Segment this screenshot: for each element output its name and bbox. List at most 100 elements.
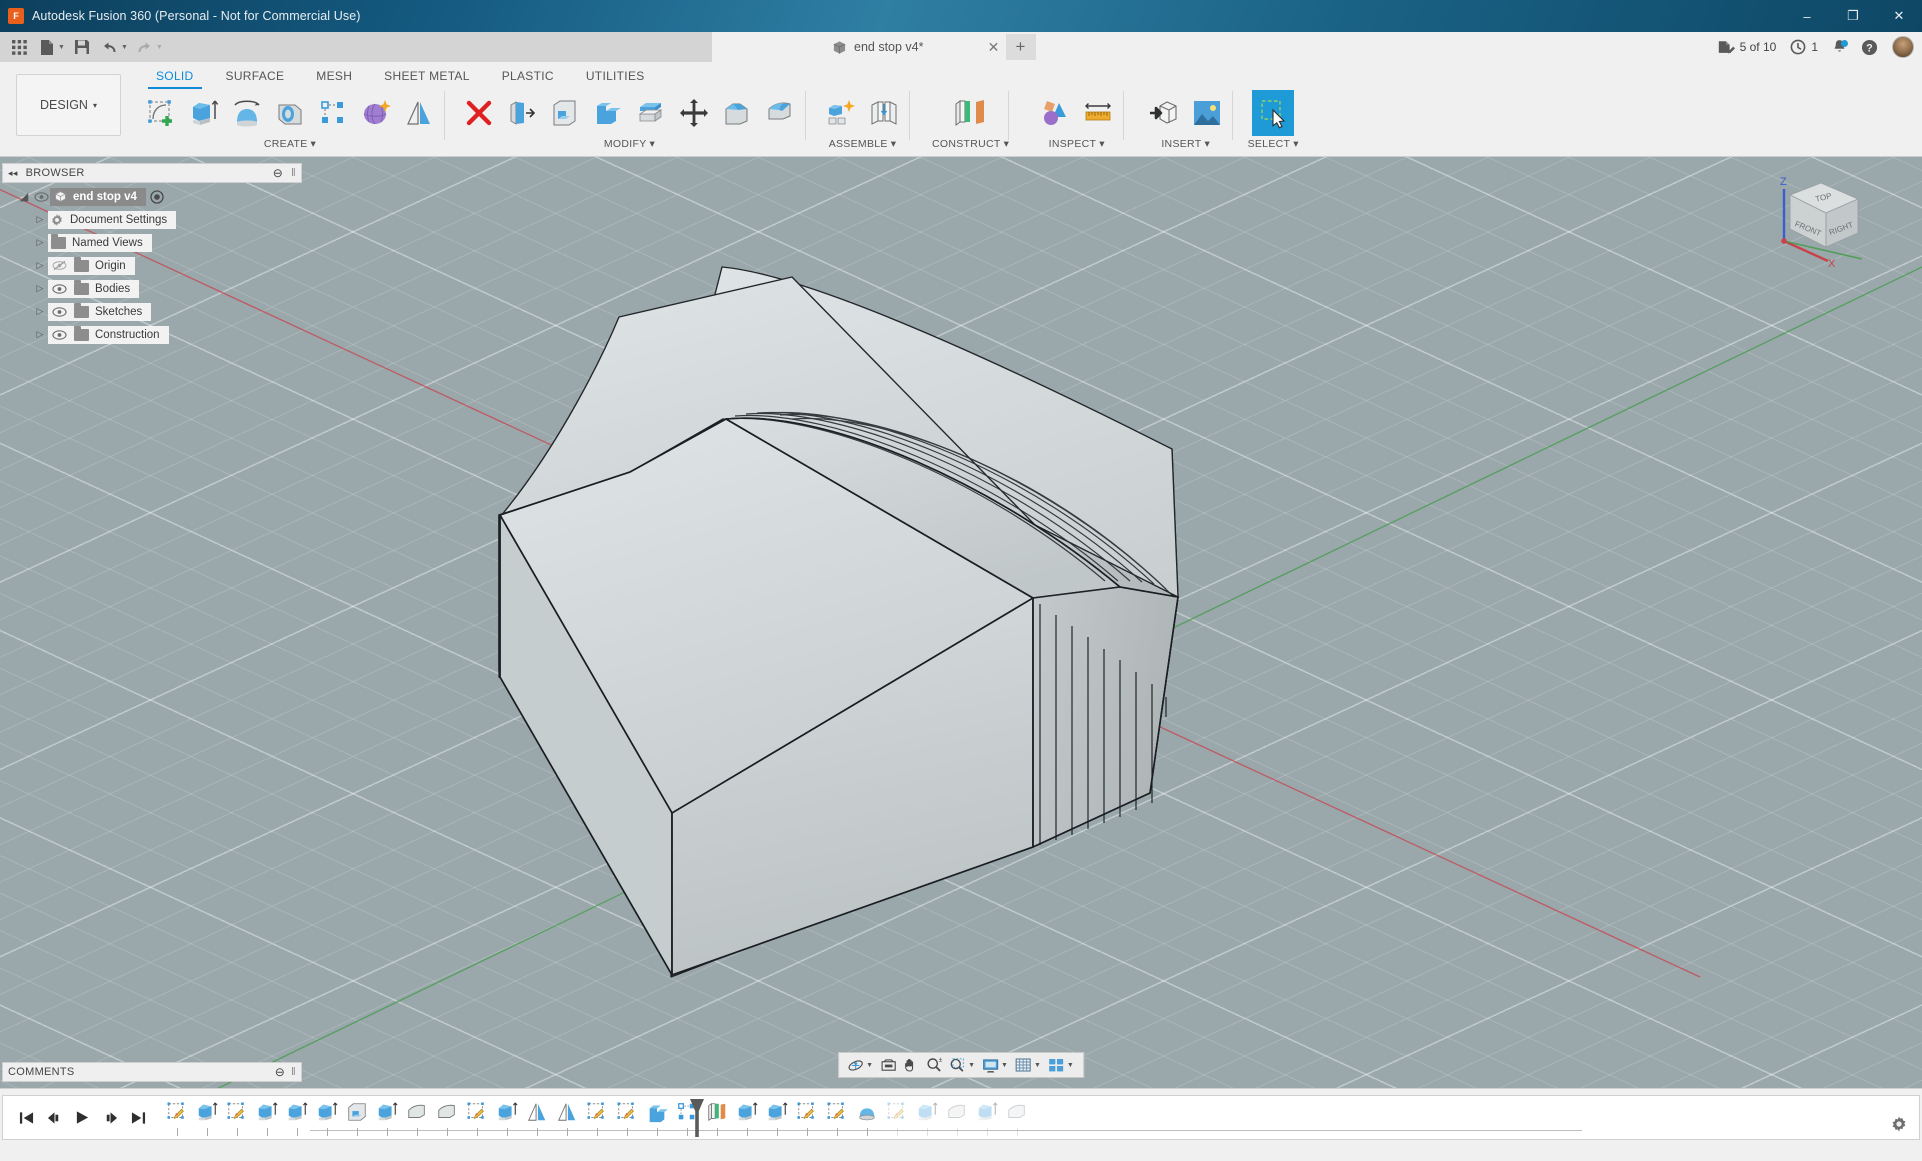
browser-node-sketches-pill[interactable]: Sketches [48, 302, 152, 321]
joint-icon[interactable] [863, 90, 905, 136]
browser-node-root[interactable]: ◢ end stop v4 [2, 187, 302, 206]
visibility-eye-off-icon[interactable] [50, 260, 68, 271]
extrude-feature[interactable] [492, 1101, 522, 1136]
visibility-eye-icon[interactable] [50, 329, 68, 340]
browser-node-root-pill[interactable]: end stop v4 [50, 187, 146, 206]
document-tab-close-icon[interactable]: ✕ [984, 39, 1004, 56]
fillet-feature[interactable] [1002, 1101, 1032, 1136]
browser-node-document-settings-pill[interactable]: Document Settings [48, 210, 177, 229]
pan-icon[interactable] [901, 1054, 922, 1076]
viewports-caret-icon[interactable]: ▼ [1067, 1062, 1074, 1069]
select-icon[interactable] [1252, 90, 1295, 136]
cube-faces[interactable]: TOP FRONT RIGHT [1788, 182, 1860, 248]
tab-utilities[interactable]: UTILITIES [570, 66, 661, 88]
expand-arrow-icon[interactable]: ▷ [32, 237, 48, 248]
shell-icon[interactable] [544, 90, 586, 136]
insert-group-label[interactable]: INSERT ▾ [1161, 138, 1210, 150]
inspect-group-label[interactable]: INSPECT ▾ [1049, 138, 1105, 150]
save-icon[interactable] [69, 35, 95, 59]
visibility-eye-icon[interactable] [32, 191, 50, 202]
notifications-button[interactable] [1832, 39, 1848, 55]
assemble-group-label[interactable]: ASSEMBLE ▾ [829, 138, 897, 150]
tab-mesh[interactable]: MESH [300, 66, 368, 88]
browser-collapse-icon[interactable]: ◂◂ [8, 168, 18, 179]
expand-arrow-icon[interactable]: ▷ [32, 214, 48, 225]
view-cube[interactable]: Z X TOP FRONT RIGHT [1766, 163, 1876, 268]
extrude-feature[interactable] [192, 1101, 222, 1136]
minimize-button[interactable]: – [1784, 0, 1830, 32]
grid-snaps-caret-icon[interactable]: ▼ [1034, 1062, 1041, 1069]
combine-icon[interactable] [587, 90, 629, 136]
extrude-feature[interactable] [732, 1101, 762, 1136]
orbit-icon[interactable] [845, 1054, 866, 1076]
delete-icon[interactable] [458, 90, 500, 136]
go-to-end-icon[interactable] [131, 1111, 146, 1125]
mirror-feature[interactable] [522, 1101, 552, 1136]
construct-group-label[interactable]: CONSTRUCT ▾ [932, 138, 1009, 150]
offset-plane-icon[interactable] [944, 90, 998, 136]
sketch-feature[interactable] [882, 1101, 912, 1136]
browser-node-bodies[interactable]: ▷ Bodies [2, 279, 302, 298]
visibility-eye-icon[interactable] [50, 283, 68, 294]
browser-minimize-icon[interactable]: ⊖ [273, 166, 283, 180]
sweep-icon[interactable] [269, 90, 311, 136]
workspace-switcher[interactable]: DESIGN ▾ [16, 74, 121, 136]
combine-feature[interactable] [642, 1101, 672, 1136]
modify-group-label[interactable]: MODIFY ▾ [604, 138, 655, 150]
expand-arrow-icon[interactable]: ▷ [32, 283, 48, 294]
tab-plastic[interactable]: PLASTIC [486, 66, 570, 88]
step-back-icon[interactable] [47, 1111, 62, 1125]
extrude-feature[interactable] [282, 1101, 312, 1136]
browser-node-construction[interactable]: ▷ Construction [2, 325, 302, 344]
app-grid-icon[interactable] [6, 35, 32, 59]
chamfer-icon[interactable] [716, 90, 758, 136]
comments-resize-handle[interactable]: ‖ [291, 1066, 296, 1078]
sketch-feature[interactable] [162, 1101, 192, 1136]
file-caret-icon[interactable]: ▼ [58, 44, 65, 51]
new-tab-button[interactable]: + [1005, 34, 1036, 60]
sketch-feature[interactable] [612, 1101, 642, 1136]
press-pull-icon[interactable] [501, 90, 543, 136]
extrude-icon[interactable] [183, 90, 225, 136]
browser-node-sketches[interactable]: ▷ Sketches [2, 302, 302, 321]
display-settings-icon[interactable] [980, 1054, 1001, 1076]
plane-feature[interactable] [702, 1101, 732, 1136]
browser-node-named-views-pill[interactable]: Named Views [48, 233, 152, 252]
browser-node-bodies-pill[interactable]: Bodies [48, 279, 140, 298]
fillet-feature[interactable] [942, 1101, 972, 1136]
extrude-feature[interactable] [312, 1101, 342, 1136]
mirror-feature[interactable] [552, 1101, 582, 1136]
fillet-icon[interactable] [759, 90, 801, 136]
select-group-label[interactable]: SELECT ▾ [1248, 138, 1299, 150]
gear-icon[interactable] [1890, 1115, 1908, 1133]
display-settings-caret-icon[interactable]: ▼ [1001, 1062, 1008, 1069]
activate-component-radio[interactable] [150, 189, 164, 204]
avatar[interactable] [1892, 36, 1914, 58]
extrude-feature[interactable] [372, 1101, 402, 1136]
help-button[interactable]: ? [1861, 39, 1878, 56]
zoom-icon[interactable]: ± [924, 1054, 945, 1076]
mirror-icon[interactable] [398, 90, 440, 136]
new-component-icon[interactable] [820, 90, 862, 136]
tab-solid[interactable]: SOLID [140, 66, 210, 89]
undo-icon[interactable] [97, 35, 123, 59]
extrude-feature[interactable] [762, 1101, 792, 1136]
viewport[interactable]: ◂◂ BROWSER ⊖ ‖ ◢ end stop v4 ▷ Document … [0, 157, 1922, 1088]
fillet-feature[interactable] [432, 1101, 462, 1136]
browser-node-construction-pill[interactable]: Construction [48, 325, 169, 344]
browser-node-document-settings[interactable]: ▷ Document Settings [2, 210, 302, 229]
history-status[interactable]: 1 [1790, 39, 1818, 55]
sketch-feature[interactable] [792, 1101, 822, 1136]
zoom-window-caret-icon[interactable]: ▼ [968, 1062, 975, 1069]
shell-feature[interactable] [342, 1101, 372, 1136]
extrude-feature[interactable] [912, 1101, 942, 1136]
document-tab[interactable]: end stop v4* [820, 32, 938, 62]
timeline-marker[interactable] [689, 1099, 704, 1137]
extrude-feature[interactable] [972, 1101, 1002, 1136]
undo-caret-icon[interactable]: ▼ [121, 44, 128, 51]
expand-arrow-icon[interactable]: ▷ [32, 329, 48, 340]
expand-arrow-icon[interactable]: ◢ [16, 190, 32, 203]
browser-node-origin-pill[interactable]: Origin [48, 256, 135, 275]
grid-snaps-icon[interactable] [1013, 1054, 1034, 1076]
sketch-feature[interactable] [222, 1101, 252, 1136]
